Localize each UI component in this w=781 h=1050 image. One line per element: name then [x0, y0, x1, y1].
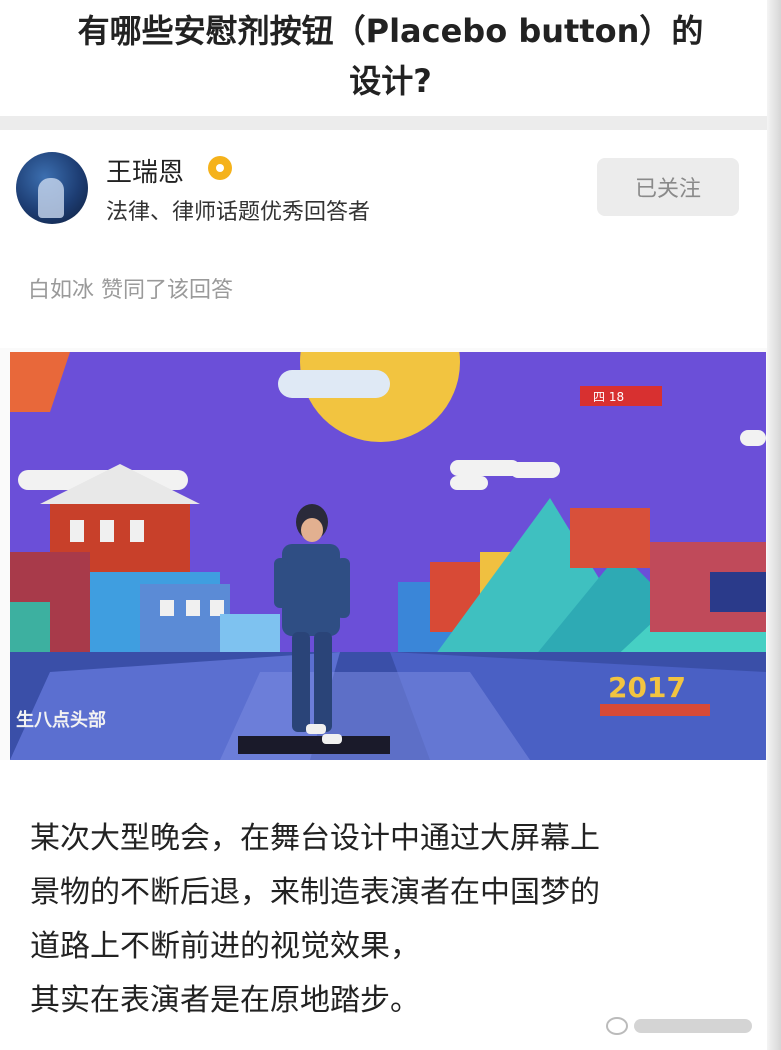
answer-line: 某次大型晚会，在舞台设计中通过大屏幕上: [30, 821, 600, 856]
author-name[interactable]: 王瑞恩: [106, 152, 184, 189]
question-title-line-2: 设计?: [349, 62, 432, 100]
answer-body[interactable]: 某次大型晚会，在舞台设计中通过大屏幕上 景物的不断后退，来制造表演者在中国梦的 …: [0, 760, 781, 1050]
stage-video-frame[interactable]: 四 18 2017 生八点头部: [10, 352, 766, 760]
follow-button[interactable]: 已关注: [597, 158, 739, 216]
author-card: 王瑞恩 法律、律师话题优秀回答者 已关注: [0, 130, 781, 238]
verified-badge-icon: [208, 156, 232, 180]
answer-line: 道路上不断前进的视觉效果，: [30, 929, 420, 964]
section-divider: [0, 116, 781, 130]
video-caption: 生八点头部: [16, 709, 106, 731]
gala-year-logo: 2017: [608, 671, 686, 704]
answer-page: 有哪些安慰剂按钮（Placebo button）的 设计? 王瑞恩 法律、律师话…: [0, 0, 781, 1050]
question-title[interactable]: 有哪些安慰剂按钮（Placebo button）的 设计?: [0, 0, 781, 116]
activity-row: 白如冰 赞同了该回答: [0, 238, 781, 348]
author-description: 法律、律师话题优秀回答者: [106, 200, 371, 225]
avatar[interactable]: [16, 152, 88, 224]
liked-by-text: 白如冰 赞同了该回答: [28, 278, 233, 303]
weibo-watermark: [606, 1014, 758, 1038]
channel-badge: 四 18: [593, 390, 624, 404]
question-title-line-1: 有哪些安慰剂按钮（Placebo button）的: [77, 12, 704, 50]
stage-scene-image: 四 18 2017 生八点头部: [10, 352, 766, 760]
weibo-icon: [606, 1017, 628, 1035]
watermark-handle: [634, 1019, 752, 1033]
answer-line: 景物的不断后退，来制造表演者在中国梦的: [30, 875, 600, 910]
page-edge: [767, 0, 781, 1050]
